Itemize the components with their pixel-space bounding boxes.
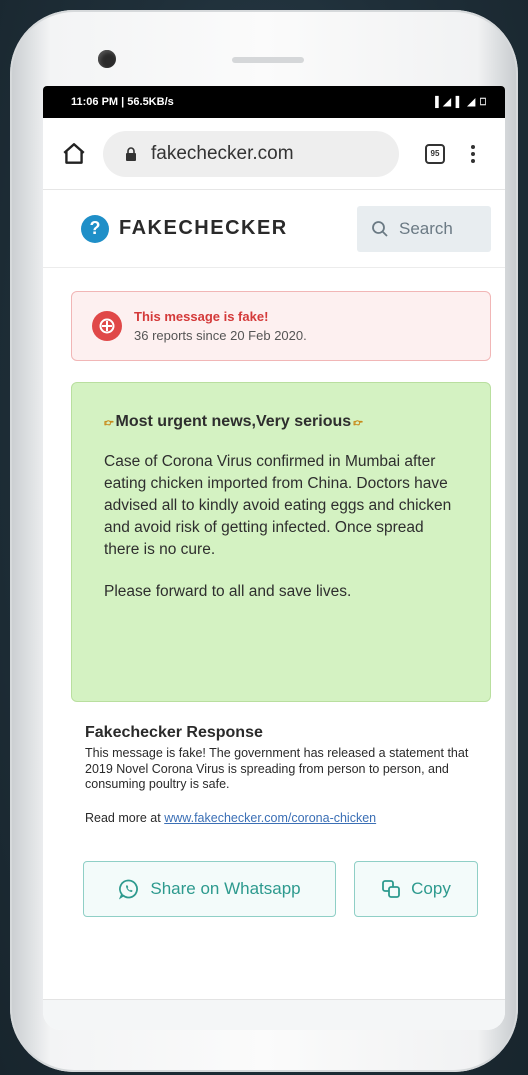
fake-alert: This message is fake! 36 reports since 2… (71, 291, 491, 361)
message-headline-text: Most urgent news,Very serious (115, 413, 352, 430)
pointing-finger-icon: 👉︎ (104, 414, 114, 429)
phone-screen: 11:06 PM | 56.5KB/s ▌◢ ▌ ◢ ⎕ fakechecker… (43, 86, 505, 1030)
tab-switcher-icon[interactable]: 95 (425, 143, 445, 164)
status-icons: ▌◢ ▌ ◢ ⎕ (435, 96, 487, 108)
message-headline: 👉︎ Most urgent news,Very serious 👉︎ (104, 413, 460, 431)
brand[interactable]: ? FAKECHECKER (81, 214, 288, 243)
front-camera (98, 50, 116, 68)
phone-frame: 11:06 PM | 56.5KB/s ▌◢ ▌ ◢ ⎕ fakechecker… (10, 10, 518, 1072)
read-more-link[interactable]: www.fakechecker.com/corona-chicken (164, 811, 376, 825)
search-button[interactable]: Search (357, 205, 491, 252)
message-forward: Please forward to all and save lives. (104, 583, 352, 600)
bottom-strip (43, 1000, 505, 1030)
read-more: Read more at www.fakechecker.com/corona-… (85, 811, 491, 825)
lock-icon (126, 146, 136, 161)
share-label: Share on Whatsapp (150, 878, 301, 898)
message-body: Case of Corona Virus confirmed in Mumbai… (104, 453, 452, 558)
response-title: Fakechecker Response (85, 724, 263, 741)
status-time-speed: 11:06 PM | 56.5KB/s (71, 96, 174, 108)
error-icon (92, 311, 122, 341)
status-bar: 11:06 PM | 56.5KB/s ▌◢ ▌ ◢ ⎕ (43, 86, 505, 118)
response-text: This message is fake! The government has… (85, 746, 469, 791)
question-logo-icon: ? (81, 214, 109, 243)
copy-label: Copy (411, 878, 451, 898)
share-whatsapp-button[interactable]: Share on Whatsapp (83, 860, 336, 917)
overflow-menu-icon[interactable] (471, 144, 475, 163)
site-header: ? FAKECHECKER Search (43, 190, 505, 268)
browser-toolbar: fakechecker.com 95 (43, 118, 505, 190)
response-section: Fakechecker Response This message is fak… (85, 724, 491, 825)
search-label: Search (399, 218, 453, 238)
home-icon[interactable] (61, 141, 87, 167)
alert-subtitle: 36 reports since 20 Feb 2020. (134, 328, 307, 343)
address-bar[interactable]: fakechecker.com (103, 130, 399, 177)
action-buttons: Share on Whatsapp Copy (83, 860, 505, 917)
copy-icon (382, 879, 401, 898)
message-card: 👉︎ Most urgent news,Very serious 👉︎ Case… (71, 382, 491, 702)
search-icon (372, 220, 388, 237)
url-text: fakechecker.com (151, 142, 294, 164)
whatsapp-icon (119, 879, 139, 900)
read-more-prefix: Read more at (85, 810, 161, 825)
earpiece-speaker (232, 57, 304, 63)
pointing-finger-icon: 👉︎ (353, 414, 363, 429)
copy-button[interactable]: Copy (354, 860, 478, 917)
alert-title: This message is fake! (134, 309, 269, 324)
brand-name: FAKECHECKER (119, 217, 288, 239)
